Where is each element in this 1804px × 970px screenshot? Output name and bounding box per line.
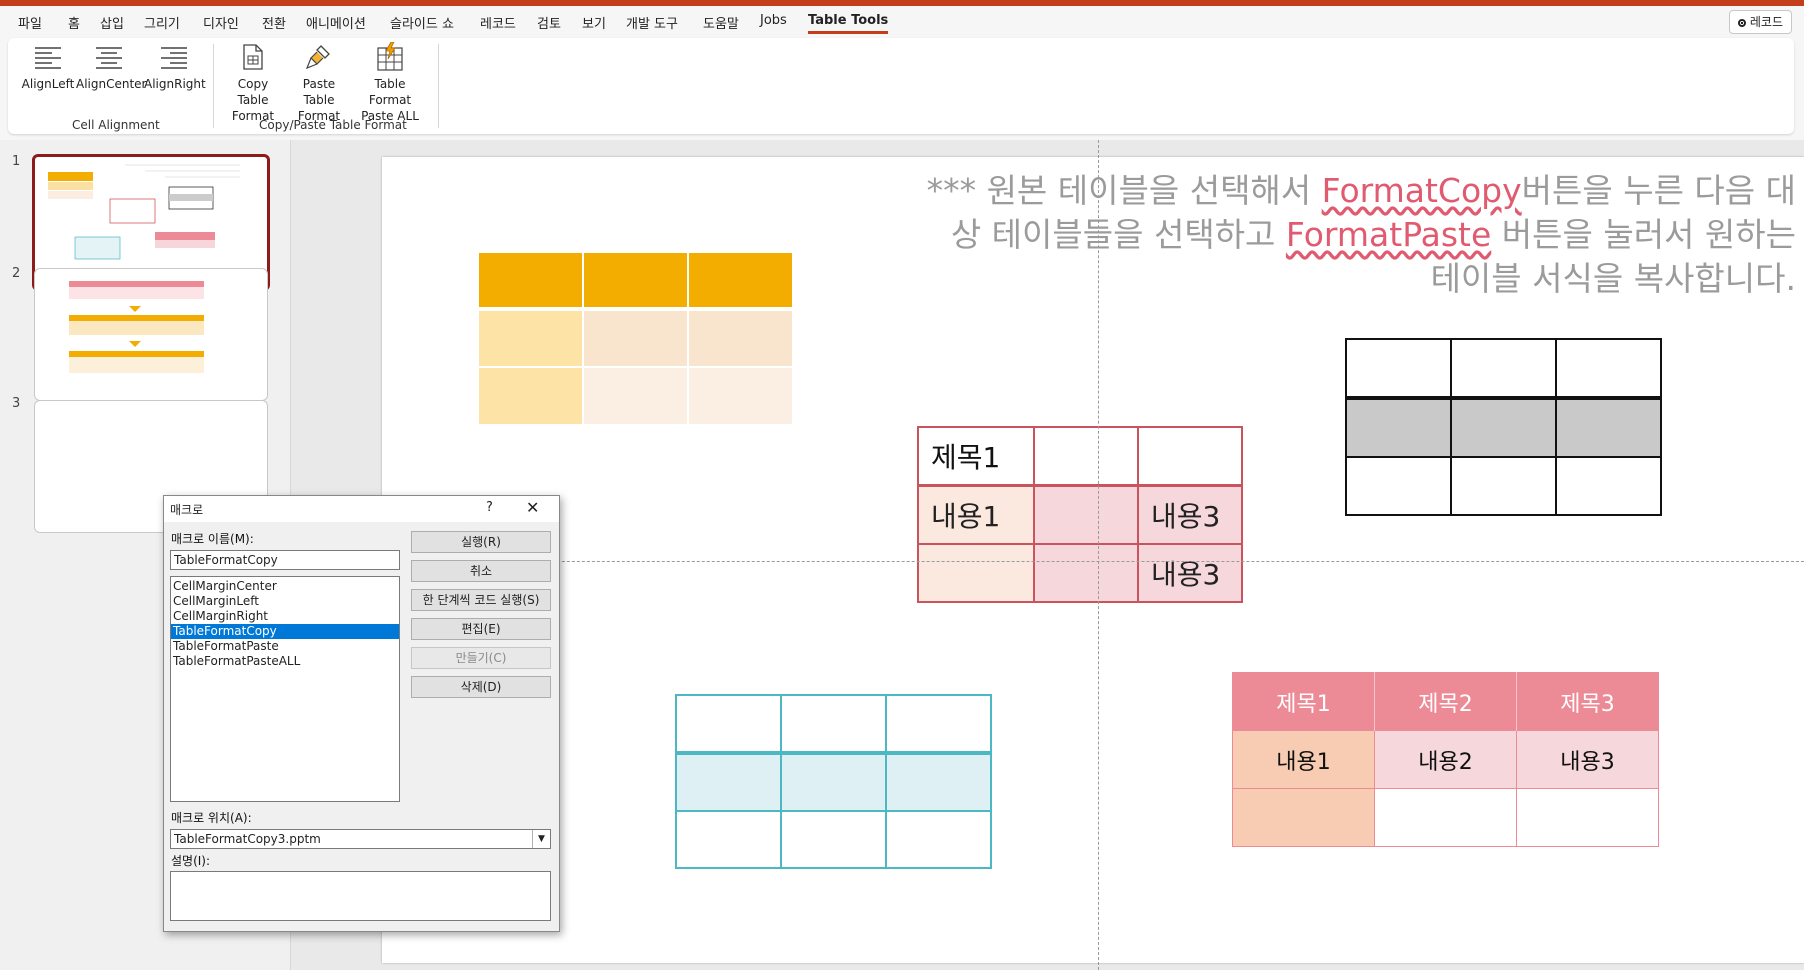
gold-source-table[interactable] — [479, 253, 792, 424]
tab-help[interactable]: 도움말 — [703, 13, 739, 32]
tab-developer[interactable]: 개발 도구 — [626, 13, 678, 32]
macro-location-select[interactable]: TableFormatCopy3.pptm ▼ — [170, 829, 551, 849]
tab-transitions[interactable]: 전환 — [262, 13, 286, 32]
table-cell: 내용1 — [917, 484, 1035, 545]
ribbon: AlignLeft AlignCenter AlignRight Cell Al… — [0, 36, 1804, 140]
list-item[interactable]: CellMarginCenter — [171, 579, 399, 594]
instruction-part: *** 원본 테이블을 선택해서 — [926, 171, 1322, 210]
ribbon-panel: AlignLeft AlignCenter AlignRight Cell Al… — [8, 38, 1794, 134]
black-table[interactable] — [1345, 338, 1662, 516]
copy-document-icon — [243, 44, 263, 70]
tab-draw[interactable]: 그리기 — [144, 13, 180, 32]
record-button-label: 레코드 — [1749, 15, 1783, 29]
table-header-cell: 제목1 — [1232, 672, 1375, 731]
tab-animations[interactable]: 애니메이션 — [306, 13, 366, 32]
description-field[interactable] — [170, 871, 551, 921]
list-item[interactable]: TableFormatPaste — [171, 639, 399, 654]
record-icon — [1737, 19, 1746, 27]
teal-table[interactable] — [675, 694, 992, 869]
horizontal-guide — [382, 561, 1804, 562]
table-lightning-icon — [377, 42, 403, 71]
align-left-button[interactable]: AlignLeft — [20, 42, 76, 92]
tab-jobs[interactable]: Jobs — [760, 13, 787, 28]
close-icon[interactable]: ✕ — [526, 498, 539, 517]
align-center-button[interactable]: AlignCenter — [76, 42, 147, 92]
align-center-icon — [96, 47, 122, 69]
table-cell: 제목1 — [917, 426, 1035, 487]
tab-review[interactable]: 검토 — [537, 13, 561, 32]
ribbon-tabs: 파일 홈 삽입 그리기 디자인 전환 애니메이션 슬라이드 쇼 레코드 검토 보… — [0, 6, 1804, 36]
tab-home[interactable]: 홈 — [68, 13, 80, 32]
delete-button[interactable]: 삭제(D) — [411, 676, 551, 698]
table-format-paste-all-button[interactable]: Table Format Paste ALL — [354, 42, 426, 124]
align-right-button[interactable]: AlignRight — [144, 42, 206, 92]
macro-dialog: 매크로 ? ✕ 매크로 이름(M): TableFormatCopy CellM… — [163, 495, 560, 932]
red-bordered-table[interactable]: 제목1 내용1 내용3 내용3 — [917, 426, 1243, 603]
tab-record[interactable]: 레코드 — [480, 13, 516, 32]
pink-header-table[interactable]: 제목1 제목2 제목3 내용1 내용2 내용3 — [1232, 672, 1659, 847]
create-button[interactable]: 만들기(C) — [411, 647, 551, 669]
chevron-down-icon[interactable]: ▼ — [532, 830, 550, 848]
slide-1-preview — [48, 164, 240, 260]
align-left-icon — [35, 47, 61, 69]
group-separator — [213, 44, 214, 128]
paste-table-format-button[interactable]: Paste Table Format — [288, 42, 350, 124]
align-left-label: AlignLeft — [21, 77, 75, 91]
align-right-icon — [161, 47, 187, 69]
instruction-text: *** 원본 테이블을 선택해서 FormatCopy버튼을 누른 다음 대상 … — [916, 169, 1796, 301]
slide-number: 2 — [12, 266, 21, 281]
table-cell: 내용3 — [1137, 484, 1243, 545]
list-item[interactable]: CellMarginLeft — [171, 594, 399, 609]
table-header-cell: 제목3 — [1516, 672, 1659, 731]
macro-name-input[interactable]: TableFormatCopy — [170, 550, 400, 570]
vertical-guide — [1098, 140, 1099, 970]
macro-list[interactable]: CellMarginCenter CellMarginLeft CellMarg… — [170, 576, 400, 802]
tab-view[interactable]: 보기 — [582, 13, 606, 32]
table-cell: 내용3 — [1516, 730, 1659, 789]
tab-table-tools[interactable]: Table Tools — [808, 13, 889, 34]
align-right-label: AlignRight — [144, 77, 206, 91]
cancel-button[interactable]: 취소 — [411, 560, 551, 582]
table-cell: 내용1 — [1232, 730, 1375, 789]
tab-slideshow[interactable]: 슬라이드 쇼 — [390, 13, 454, 32]
list-item[interactable]: CellMarginRight — [171, 609, 399, 624]
macro-location-value: TableFormatCopy3.pptm — [174, 832, 321, 846]
tab-insert[interactable]: 삽입 — [100, 13, 124, 32]
table-cell: 내용3 — [1137, 543, 1243, 603]
tab-design[interactable]: 디자인 — [203, 13, 239, 32]
step-into-button[interactable]: 한 단계씩 코드 실행(S) — [411, 589, 551, 611]
slide-number: 3 — [12, 396, 21, 411]
slide-thumbnail-2[interactable] — [34, 268, 268, 401]
format-paste-keyword: FormatPaste — [1285, 215, 1492, 254]
table-format-paste-all-label: Table Format Paste ALL — [361, 77, 419, 123]
dialog-title: 매크로 — [170, 503, 204, 517]
dialog-titlebar[interactable]: 매크로 ? ✕ — [164, 496, 559, 522]
macro-location-label: 매크로 위치(A): — [171, 811, 252, 825]
table-header-cell: 제목2 — [1374, 672, 1517, 731]
table-cell: 내용2 — [1374, 730, 1517, 789]
paste-table-format-label: Paste Table Format — [297, 77, 341, 123]
edit-button[interactable]: 편집(E) — [411, 618, 551, 640]
group-separator — [438, 44, 439, 128]
description-label: 설명(I): — [171, 854, 211, 868]
slide-2-preview — [69, 281, 204, 373]
list-item[interactable]: TableFormatPasteALL — [171, 654, 399, 669]
format-copy-keyword: FormatCopy — [1321, 171, 1522, 210]
run-button[interactable]: 실행(R) — [411, 531, 551, 553]
tab-file[interactable]: 파일 — [18, 13, 42, 32]
help-icon[interactable]: ? — [486, 500, 493, 515]
format-painter-icon — [305, 45, 330, 70]
copy-table-format-button[interactable]: Copy Table Format — [222, 42, 284, 124]
copy-table-format-label: Copy Table Format — [231, 77, 275, 123]
list-item-selected[interactable]: TableFormatCopy — [171, 624, 399, 639]
macro-name-label: 매크로 이름(M): — [171, 532, 254, 546]
group-label-cell-alignment: Cell Alignment — [72, 118, 160, 132]
slide-number: 1 — [12, 154, 21, 169]
record-button[interactable]: 레코드 — [1728, 10, 1792, 34]
align-center-label: AlignCenter — [76, 77, 147, 91]
group-label-copy-paste: Copy/Paste Table Format — [259, 118, 407, 132]
